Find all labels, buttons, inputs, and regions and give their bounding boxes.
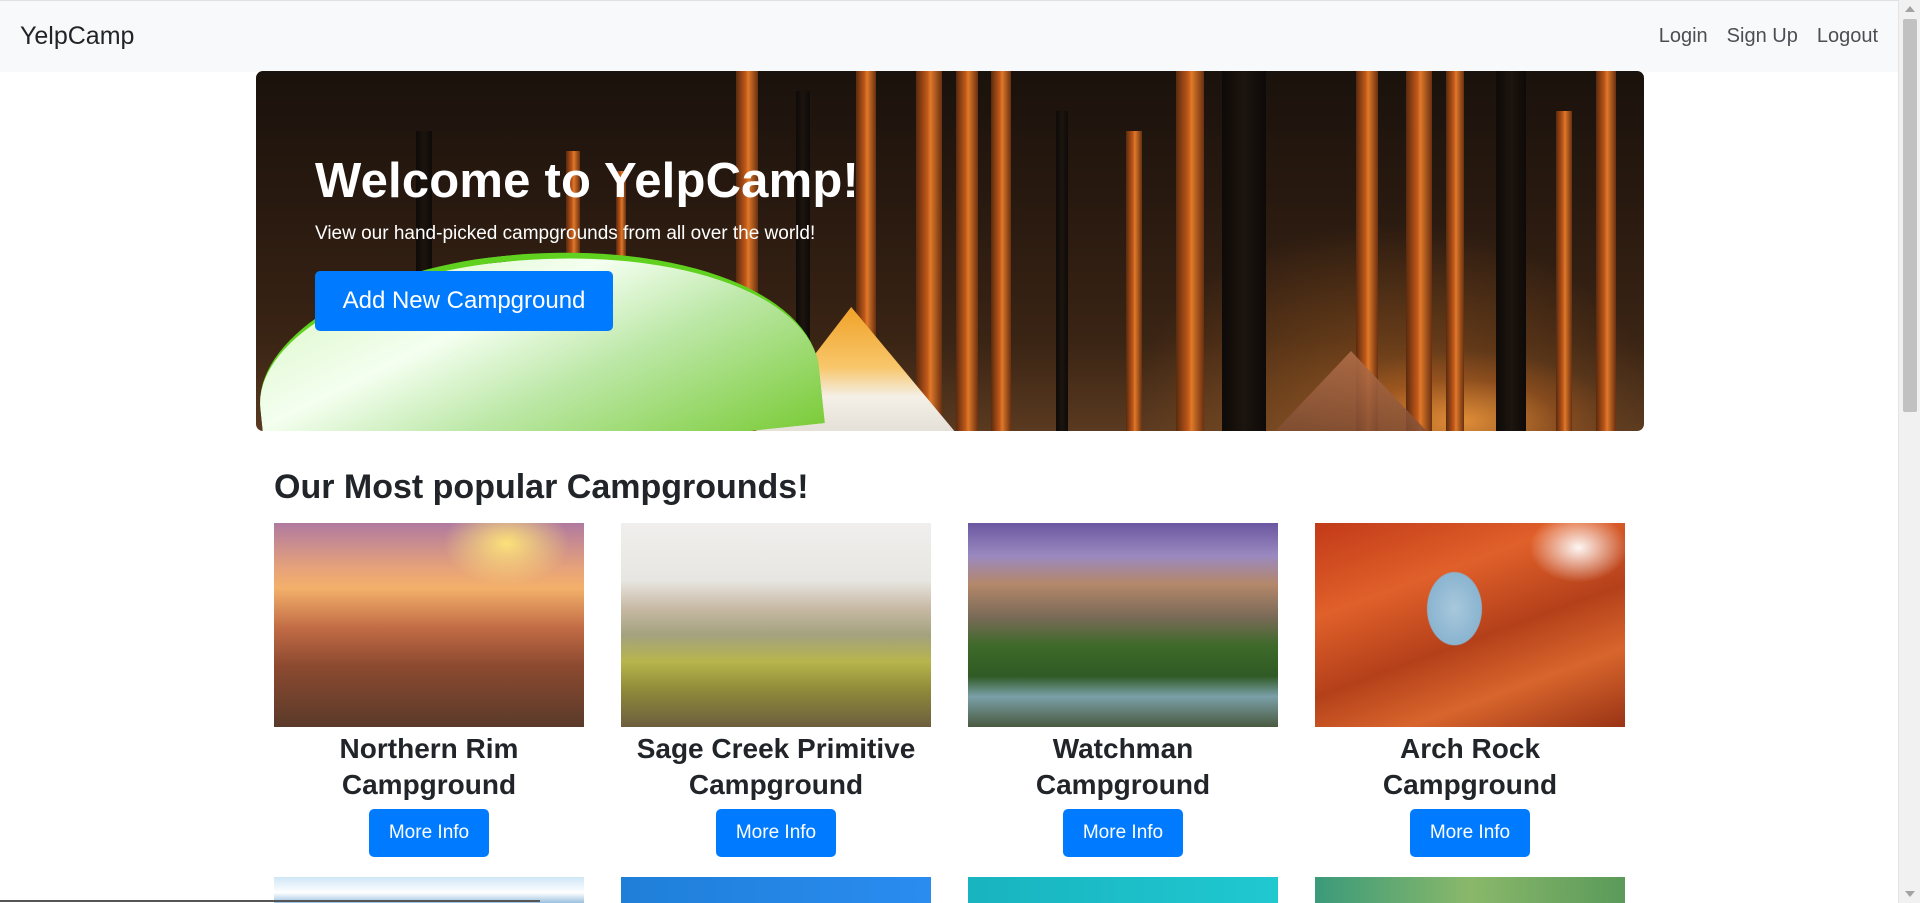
scroll-down-icon[interactable] xyxy=(1899,885,1920,903)
hero-content: Welcome to YelpCamp! View our hand-picke… xyxy=(315,153,859,245)
campground-name: Arch Rock Campground xyxy=(1315,731,1625,803)
campground-name-line: Campground xyxy=(341,769,517,800)
campground-name: Sage Creek Primitive Campground xyxy=(621,731,931,803)
campground-card: Watchman Campground More Info xyxy=(968,523,1278,863)
campground-name-line: Campground xyxy=(1382,769,1558,800)
campground-image xyxy=(1315,877,1625,903)
tree-trunk xyxy=(1496,71,1526,431)
campground-image xyxy=(274,523,584,727)
tree-trunk xyxy=(991,71,1011,431)
more-info-button[interactable]: More Info xyxy=(716,809,836,857)
tree-trunk xyxy=(916,71,942,431)
campground-name-line: Arch Rock xyxy=(1399,733,1541,764)
tree-trunk xyxy=(1176,71,1204,431)
campground-image xyxy=(621,523,931,727)
campground-card: Northern Rim Campground More Info xyxy=(274,523,584,863)
campground-image xyxy=(621,877,931,903)
campground-image xyxy=(968,877,1278,903)
campground-name: Watchman Campground xyxy=(968,731,1278,803)
tree-trunk xyxy=(1056,111,1068,431)
logout-link[interactable]: Logout xyxy=(1817,25,1878,48)
campground-name-line: Campground xyxy=(688,769,864,800)
nav-links: Login Sign Up Logout xyxy=(1659,25,1878,48)
tree-trunk xyxy=(1222,71,1266,431)
scroll-up-icon[interactable] xyxy=(1899,0,1920,18)
login-link[interactable]: Login xyxy=(1659,25,1708,48)
vertical-scrollbar[interactable] xyxy=(1898,0,1920,903)
campground-name-line: Northern Rim xyxy=(339,733,519,764)
campground-name-line: Sage Creek Primitive xyxy=(636,733,916,764)
campground-card: Arch Rock Campground More Info xyxy=(1315,523,1625,863)
signup-link[interactable]: Sign Up xyxy=(1727,25,1798,48)
more-info-button[interactable]: More Info xyxy=(1410,809,1530,857)
hero-title: Welcome to YelpCamp! xyxy=(315,154,860,208)
tree-trunk xyxy=(956,71,978,431)
hero-jumbotron: Welcome to YelpCamp! View our hand-picke… xyxy=(256,71,1644,431)
section-title: Our Most popular Campgrounds! xyxy=(274,468,809,506)
hero-subtitle: View our hand-picked campgrounds from al… xyxy=(315,223,816,244)
campground-card: Sage Creek Primitive Campground More Inf… xyxy=(621,523,931,863)
tree-trunk xyxy=(1596,71,1616,431)
campground-name-line: Watchman xyxy=(1052,733,1194,764)
add-campground-button[interactable]: Add New Campground xyxy=(315,271,613,331)
divider xyxy=(0,900,540,902)
more-info-button[interactable]: More Info xyxy=(369,809,489,857)
more-info-button[interactable]: More Info xyxy=(1063,809,1183,857)
tree-trunk xyxy=(1126,131,1142,431)
navbar: YelpCamp Login Sign Up Logout xyxy=(0,0,1898,72)
brand-link[interactable]: YelpCamp xyxy=(20,22,134,51)
scrollbar-thumb[interactable] xyxy=(1903,19,1917,412)
campground-image xyxy=(1315,523,1625,727)
tree-trunk xyxy=(1556,111,1572,431)
campground-name: Northern Rim Campground xyxy=(274,731,584,803)
tree-trunk xyxy=(1446,71,1464,431)
campground-image xyxy=(968,523,1278,727)
campground-name-line: Campground xyxy=(1035,769,1211,800)
tree-trunk xyxy=(1406,71,1432,431)
